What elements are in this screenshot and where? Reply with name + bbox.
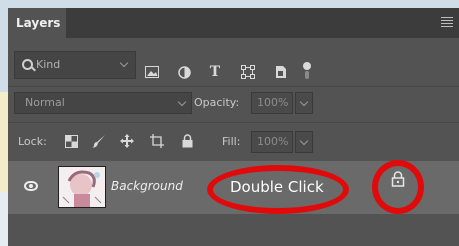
lock-artboard-icon[interactable] <box>150 134 164 148</box>
smart-object-filter-icon[interactable] <box>274 65 288 79</box>
eye-icon[interactable] <box>24 181 38 191</box>
layer-thumbnail[interactable] <box>58 166 106 208</box>
kind-filter-select[interactable]: Kind <box>14 51 136 79</box>
annotation-text: Double Click <box>230 178 324 196</box>
chevron-down-icon <box>177 97 187 107</box>
layer-name[interactable]: Background <box>111 179 183 193</box>
blend-mode-value: Normal <box>25 96 65 109</box>
adjustment-filter-icon[interactable] <box>177 65 191 79</box>
opacity-dropdown-button[interactable] <box>295 92 313 114</box>
lock-all-icon[interactable] <box>180 134 194 148</box>
tab-layers[interactable]: Layers <box>8 8 66 38</box>
lock-position-icon[interactable] <box>120 134 134 148</box>
chevron-down-icon <box>299 136 309 146</box>
shape-filter-icon[interactable] <box>241 65 255 79</box>
opacity-field[interactable]: 100% <box>251 92 293 114</box>
fill-field[interactable]: 100% <box>251 131 293 153</box>
opacity-label: Opacity: <box>194 96 240 109</box>
divider <box>8 122 459 123</box>
layer-lock-icon[interactable] <box>391 171 407 187</box>
panel-menu-icon[interactable] <box>441 17 453 27</box>
divider <box>8 86 459 87</box>
fill-value: 100% <box>257 135 289 148</box>
filter-toggle-icon[interactable] <box>302 59 312 81</box>
fill-label: Fill: <box>222 135 241 148</box>
lock-label: Lock: <box>18 135 47 148</box>
lock-image-pixels-icon[interactable] <box>92 134 106 148</box>
blend-mode-select[interactable]: Normal <box>14 92 192 114</box>
fill-dropdown-button[interactable] <box>295 131 313 153</box>
opacity-value: 100% <box>257 96 289 109</box>
kind-filter-label: Kind <box>36 58 61 71</box>
type-filter-icon[interactable]: T <box>208 64 222 80</box>
panel-tab-bar: Layers <box>8 8 459 38</box>
lock-transparent-pixels-icon[interactable] <box>64 134 78 148</box>
chevron-down-icon <box>119 58 129 68</box>
search-icon <box>22 59 33 70</box>
chevron-down-icon <box>299 97 309 107</box>
image-filter-icon[interactable] <box>145 65 159 79</box>
